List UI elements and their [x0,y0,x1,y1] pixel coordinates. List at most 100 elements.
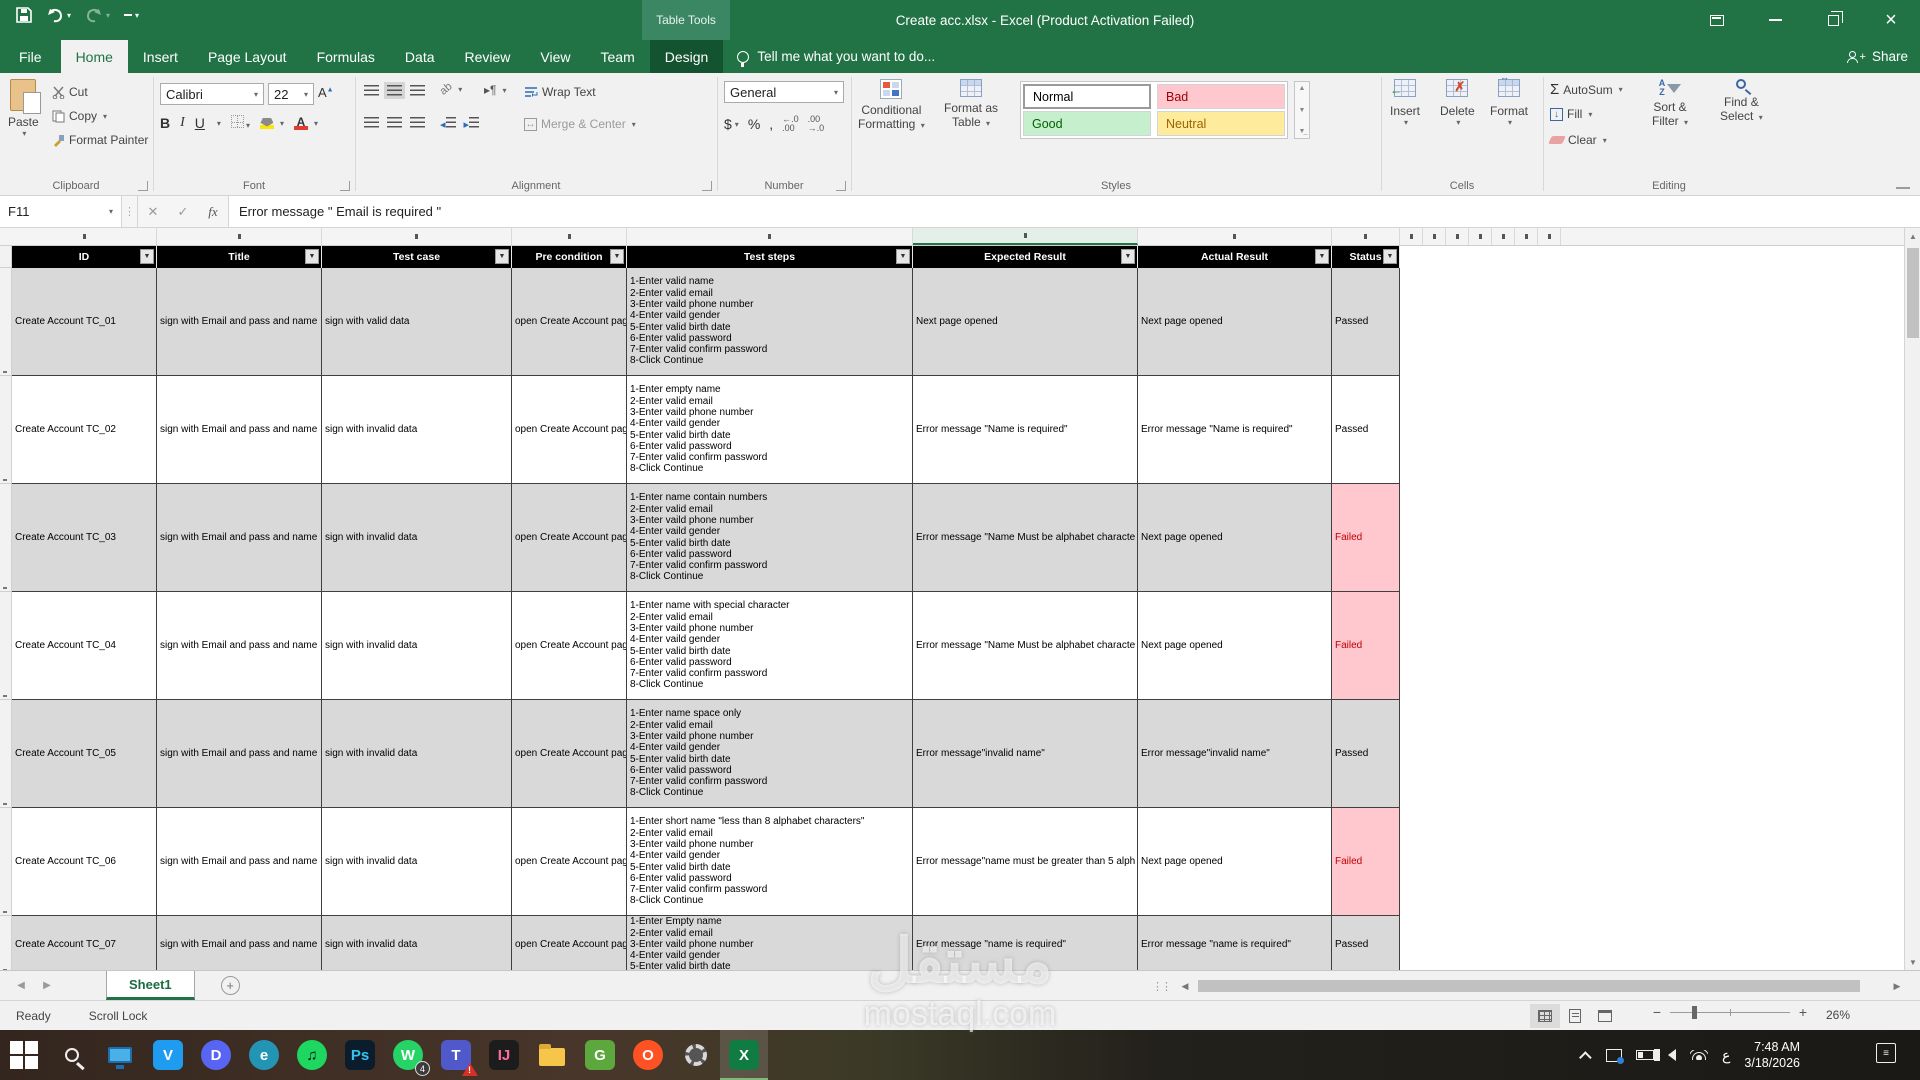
cell-test-case[interactable]: sign with valid data [322,268,512,376]
column-header-expected-result[interactable]: Expected Result▼ [913,246,1138,268]
column-header-pre-condition[interactable]: Pre condition▼ [512,246,627,268]
tab-page-layout[interactable]: Page Layout [193,40,302,73]
zoom-out-button[interactable]: − [1650,1004,1664,1020]
column-header-empty-0[interactable] [1400,228,1423,245]
align-right-button[interactable] [410,117,425,128]
cell-title[interactable]: sign with Email and pass and name [157,808,322,916]
undo-button[interactable]: ▾ [46,8,71,23]
prev-sheet-arrow[interactable]: ◀ [8,971,34,1000]
gallery-scroll-down[interactable]: ▼ [1299,107,1306,114]
tab-scroll-splitter[interactable]: ⋮⋮ [1152,971,1170,1001]
cell-actual-result[interactable]: Next page opened [1138,268,1332,376]
row-header[interactable] [0,592,12,700]
cell-status[interactable]: Passed [1332,916,1400,970]
column-header-test-case[interactable]: Test case▼ [322,246,512,268]
delete-cells-button[interactable]: ✗ Delete▾ [1440,79,1475,127]
start-taskbar-button[interactable] [0,1030,48,1080]
align-bottom-button[interactable] [410,85,425,96]
tab-review[interactable]: Review [450,40,526,73]
cell-expected-result[interactable]: Error message "name is required" [913,916,1138,970]
cell-actual-result[interactable]: Next page opened [1138,484,1332,592]
decrease-indent-button[interactable]: ◂ [440,117,456,131]
redo-button[interactable]: ▾ [85,8,110,23]
filter-dropdown-icon[interactable]: ▼ [140,249,154,264]
photoshop-taskbar-button[interactable]: Ps [336,1030,384,1080]
cell-style-neutral[interactable]: Neutral [1157,111,1285,136]
scroll-down-arrow[interactable]: ▼ [1905,954,1920,970]
cell-expected-result[interactable]: Next page opened [913,268,1138,376]
column-header-title[interactable]: Title▼ [157,246,322,268]
increase-indent-button[interactable]: ▸ [464,117,480,131]
fill-button[interactable]: ↓ Fill▾ [1550,107,1592,121]
borders-button[interactable]: ▾ [231,115,250,131]
row-header[interactable] [0,808,12,916]
share-button[interactable]: + Share [1847,40,1908,73]
cell-actual-result[interactable]: Next page opened [1138,592,1332,700]
collapse-ribbon-button[interactable] [1896,179,1910,189]
percent-style-button[interactable]: % [748,116,760,132]
page-layout-view-button[interactable] [1560,1004,1590,1028]
cell-expected-result[interactable]: Error message "Name Must be alphabet cha… [913,592,1138,700]
sort-filter-button[interactable]: AZ Sort &Filter ▾ [1652,79,1688,130]
battery-icon[interactable] [1636,1050,1654,1060]
cell-title[interactable]: sign with Email and pass and name [157,916,322,970]
column-header-6[interactable] [1138,228,1332,245]
filter-dropdown-icon[interactable]: ▼ [1121,249,1135,264]
align-middle-button[interactable] [387,85,402,96]
cell-pre-condition[interactable]: open Create Account pag [512,592,627,700]
tray-expand-icon[interactable] [1579,1051,1592,1064]
column-header-0[interactable] [12,228,157,245]
fill-color-button[interactable] [260,118,274,129]
horizontal-scroll-thumb[interactable] [1198,980,1860,992]
close-button[interactable]: × [1862,0,1920,40]
column-header-1[interactable] [157,228,322,245]
cell-title[interactable]: sign with Email and pass and name [157,700,322,808]
column-header-4[interactable] [627,228,913,245]
tab-view[interactable]: View [525,40,585,73]
grow-font-button[interactable]: A▲ [318,85,334,100]
row-header[interactable] [0,700,12,808]
column-header-empty-2[interactable] [1446,228,1469,245]
cell-expected-result[interactable]: Error message"invalid name" [913,700,1138,808]
save-button[interactable] [16,7,32,23]
cell-test-case[interactable]: sign with invalid data [322,376,512,484]
cell-test-case[interactable]: sign with invalid data [322,916,512,970]
merge-center-button[interactable]: ↔ Merge & Center▾ [524,117,636,131]
number-dialog-launcher[interactable] [836,181,846,191]
edge-taskbar-button[interactable]: e [240,1030,288,1080]
cell-test-steps[interactable]: 1-Enter Empty name2-Enter valid email3-E… [627,916,913,970]
wifi-icon[interactable] [1690,1050,1708,1060]
insert-cells-button[interactable]: ← Insert▾ [1390,79,1420,127]
vertical-scroll-thumb[interactable] [1907,248,1919,338]
normal-view-button[interactable] [1530,1004,1560,1028]
number-format-combo[interactable]: General▾ [724,81,844,103]
cell-test-case[interactable]: sign with invalid data [322,484,512,592]
scroll-right-arrow[interactable]: ▶ [1888,981,1906,992]
cell-title[interactable]: sign with Email and pass and name [157,484,322,592]
search-taskbar-button[interactable] [48,1030,96,1080]
cell-title[interactable]: sign with Email and pass and name [157,376,322,484]
row-header[interactable] [0,484,12,592]
cell-id[interactable]: Create Account TC_03 [12,484,157,592]
format-as-table-button[interactable]: Format asTable ▾ [944,79,998,131]
column-header-actual-result[interactable]: Actual Result▼ [1138,246,1332,268]
gallery-more-button[interactable]: ▼̲ [1299,128,1306,135]
column-headers-strip[interactable] [0,228,1920,246]
formula-input[interactable]: Error message " Email is required " [229,196,1920,227]
conditional-formatting-button[interactable]: ConditionalFormatting ▾ [858,79,925,133]
column-header-7[interactable] [1332,228,1400,245]
cell-id[interactable]: Create Account TC_05 [12,700,157,808]
intellij-taskbar-button[interactable]: IJ [480,1030,528,1080]
excel-taskbar-button[interactable]: X [720,1030,768,1080]
column-header-empty-1[interactable] [1423,228,1446,245]
cell-pre-condition[interactable]: open Create Account pag [512,808,627,916]
cell-test-steps[interactable]: 1-Enter valid name2-Enter valid email3-E… [627,268,913,376]
copy-button[interactable]: Copy▾ [52,109,107,123]
cell-id[interactable]: Create Account TC_06 [12,808,157,916]
align-center-button[interactable] [387,117,402,128]
page-break-view-button[interactable] [1590,1004,1620,1028]
comma-style-button[interactable]: , [769,116,773,132]
align-top-button[interactable] [364,85,379,96]
spotify-taskbar-button[interactable]: ♫ [288,1030,336,1080]
cell-status[interactable]: Failed [1332,592,1400,700]
